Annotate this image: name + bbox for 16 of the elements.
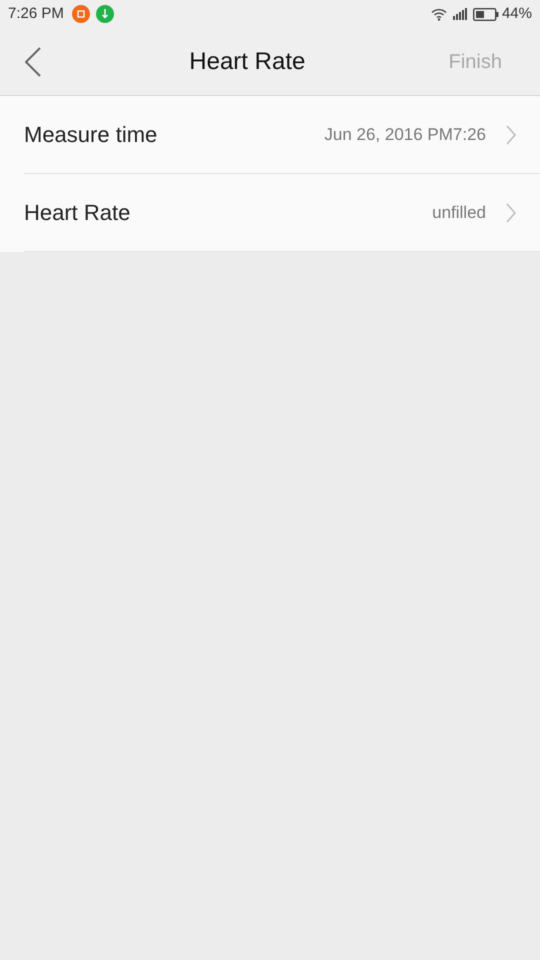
notification-icon [72, 5, 90, 23]
signal-icon [452, 8, 467, 20]
list-item[interactable]: Heart Rate unfilled [24, 174, 540, 252]
chevron-icon [506, 202, 516, 222]
battery-percent: 44% [502, 4, 532, 24]
item-label: Measure time [24, 121, 158, 149]
item-value: unfilled [432, 202, 486, 224]
battery-icon [472, 8, 499, 20]
list-item[interactable]: Measure time Jun 26, 2016 PM7:26 [24, 96, 540, 174]
chevron-icon [506, 124, 516, 144]
page-title: Heart Rate [189, 46, 306, 76]
item-value: Jun 26, 2016 PM7:26 [324, 124, 486, 146]
item-label: Heart Rate [24, 199, 130, 227]
download-icon [96, 5, 114, 23]
wifi-icon [430, 8, 447, 20]
status-time: 7:26 PM [8, 4, 64, 24]
